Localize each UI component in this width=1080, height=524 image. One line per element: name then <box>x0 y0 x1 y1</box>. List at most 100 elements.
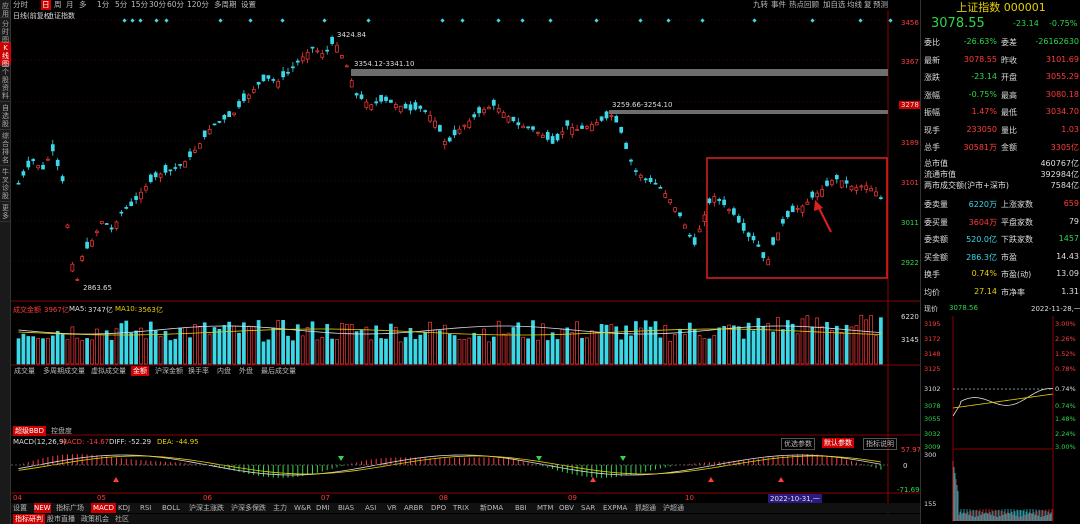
indicator-tab[interactable]: OBV <box>559 503 574 513</box>
subtab-last-volume[interactable]: 最后成交量 <box>261 366 296 376</box>
indicator-tab[interactable]: SAR <box>581 503 595 513</box>
tb-month[interactable]: 月 <box>66 0 74 10</box>
indicator-tab[interactable]: VR <box>387 503 397 513</box>
macd-buttons: 优选参数 默认参数 指标说明 <box>781 438 901 450</box>
mini-tick: 1.48% <box>1055 415 1076 423</box>
indicator-tab[interactable]: ASI <box>365 503 376 513</box>
kline-chart-area[interactable]: 日线(前复权) 上证指数 3424.84 3354.12-3341.10 325… <box>11 10 921 524</box>
volume-bar <box>413 339 418 365</box>
vtab-apps[interactable]: 应用 <box>0 0 11 18</box>
bottom-tab-policy[interactable]: 政策机会 <box>81 514 109 524</box>
indicator-tab[interactable]: KDJ <box>118 503 130 513</box>
indicator-tab[interactable]: BIAS <box>338 503 354 513</box>
price-tick: 3011 <box>901 219 919 227</box>
tb-60min[interactable]: 60分 <box>167 0 184 10</box>
volume-bar <box>99 334 104 365</box>
indicator-tab[interactable]: 抓超通 <box>635 503 656 513</box>
vtab-rank[interactable]: 综合排名 <box>0 130 11 166</box>
subtab-multi-volume[interactable]: 多周期成交量 <box>43 366 85 376</box>
vtab-kline[interactable]: K线图 <box>0 42 11 68</box>
tb-settings[interactable]: 设置 <box>241 0 256 10</box>
volume-bar <box>398 341 403 365</box>
indicator-tab[interactable]: NEW <box>34 503 51 513</box>
candle-body <box>344 65 349 68</box>
candle-body <box>815 192 820 198</box>
indicator-help-button[interactable]: 指标说明 <box>863 438 897 450</box>
indicator-tab[interactable]: DPO <box>431 503 446 513</box>
bottom-tab-analysis[interactable]: 指标研判 <box>13 514 45 524</box>
indicator-tab[interactable]: RSI <box>140 503 151 513</box>
tb-multi[interactable]: 多 <box>79 0 87 10</box>
volume-bar <box>173 338 178 365</box>
indicator-tab[interactable]: 沪深多保跌 <box>231 503 266 513</box>
tb-hotreview[interactable]: 热点回顾 <box>789 0 819 10</box>
indicator-tab[interactable]: TRIX <box>453 503 469 513</box>
indicator-tab[interactable]: BOLL <box>162 503 180 513</box>
indicator-tab[interactable]: MTM <box>537 503 553 513</box>
candle-body <box>310 46 315 49</box>
volume-bar <box>144 338 148 365</box>
indicator-tab[interactable]: MACD <box>91 503 116 513</box>
subtab-turnover[interactable]: 换手率 <box>188 366 209 376</box>
indicator-tab[interactable]: ARBR <box>404 503 423 513</box>
tb-week[interactable]: 周 <box>54 0 62 10</box>
volume-bar <box>364 326 369 365</box>
subtab-volume[interactable]: 成交量 <box>14 366 35 376</box>
tb-adjust[interactable]: 复 <box>864 0 872 10</box>
tb-forecast[interactable]: 预测 <box>873 0 888 10</box>
indicator-tab[interactable]: 新DMA <box>480 503 503 513</box>
tb-5min[interactable]: 5分 <box>115 0 127 10</box>
tb-15min[interactable]: 15分 <box>131 0 148 10</box>
volume-bar <box>50 335 55 365</box>
tb-day[interactable]: 日 <box>41 0 51 10</box>
order-row: 委卖额 520.0亿 下跌家数 1457 <box>921 231 1080 247</box>
vtab-intraday[interactable]: 分时图 <box>0 18 11 44</box>
volume-bar <box>496 320 501 365</box>
indicator-tab[interactable]: 设置 <box>13 503 27 513</box>
chart-stock-name: 上证指数 <box>47 12 75 20</box>
indicator-tab[interactable]: EXPMA <box>603 503 627 513</box>
macd-tick: -71.69 <box>897 486 920 494</box>
candle-body <box>408 104 413 111</box>
volume-bar <box>16 338 21 365</box>
order-cell: 520.0亿 <box>966 235 997 244</box>
tab-control[interactable]: 控盘度 <box>51 426 72 436</box>
indicator-tab[interactable]: 沪深主涨跌 <box>189 503 224 513</box>
subtab-virtual-volume[interactable]: 虚拟成交量 <box>91 366 126 376</box>
volume-bar <box>55 330 60 365</box>
tb-1min[interactable]: 1分 <box>97 0 109 10</box>
vtab-more[interactable]: 更多 <box>0 202 11 222</box>
indicator-tab[interactable]: W&R <box>294 503 311 513</box>
indicator-tab[interactable]: 沪超通 <box>663 503 684 513</box>
tb-30min[interactable]: 30分 <box>149 0 166 10</box>
indicator-tab[interactable]: BBI <box>515 503 527 513</box>
order-cell: 1457 <box>1058 234 1079 243</box>
default-params-button[interactable]: 默认参数 <box>822 438 854 448</box>
tb-multiperiod[interactable]: 多周期 <box>214 0 237 10</box>
best-params-button[interactable]: 优选参数 <box>781 438 815 450</box>
bottom-tab-live[interactable]: 股市直播 <box>47 514 75 524</box>
tb-120min[interactable]: 120分 <box>187 0 209 10</box>
subtab-outer[interactable]: 外盘 <box>239 366 253 376</box>
vtab-diagnose[interactable]: 牛叉诊股 <box>0 166 11 202</box>
volume-bar <box>227 321 232 365</box>
volume-bar <box>85 338 89 365</box>
subtab-inner[interactable]: 内盘 <box>217 366 231 376</box>
tb-event[interactable]: 事件 <box>771 0 786 10</box>
tb-jiuzhuan[interactable]: 九转 <box>753 0 768 10</box>
tb-ma[interactable]: 均线 <box>847 0 862 10</box>
tb-addwatch[interactable]: 加自选 <box>823 0 846 10</box>
indicator-tab[interactable]: 主力 <box>273 503 287 513</box>
tb-intraday[interactable]: 分时 <box>13 0 28 10</box>
volume-bar <box>781 329 785 365</box>
tab-super-bbd[interactable]: 超级BBD <box>13 426 46 436</box>
bottom-tab-community[interactable]: 社区 <box>115 514 129 524</box>
quote-row: 总手 30581万 金额 3305亿 <box>921 139 1080 155</box>
candle-body <box>790 205 795 213</box>
indicator-tab[interactable]: 指标广场 <box>56 503 84 513</box>
vtab-info[interactable]: 个股资料 <box>0 66 11 102</box>
subtab-amount[interactable]: 金额 <box>131 366 149 376</box>
indicator-tab[interactable]: DMI <box>316 503 330 513</box>
vtab-watchlist[interactable]: 自选股 <box>0 102 11 130</box>
subtab-sh-amount[interactable]: 沪深金额 <box>155 366 183 376</box>
